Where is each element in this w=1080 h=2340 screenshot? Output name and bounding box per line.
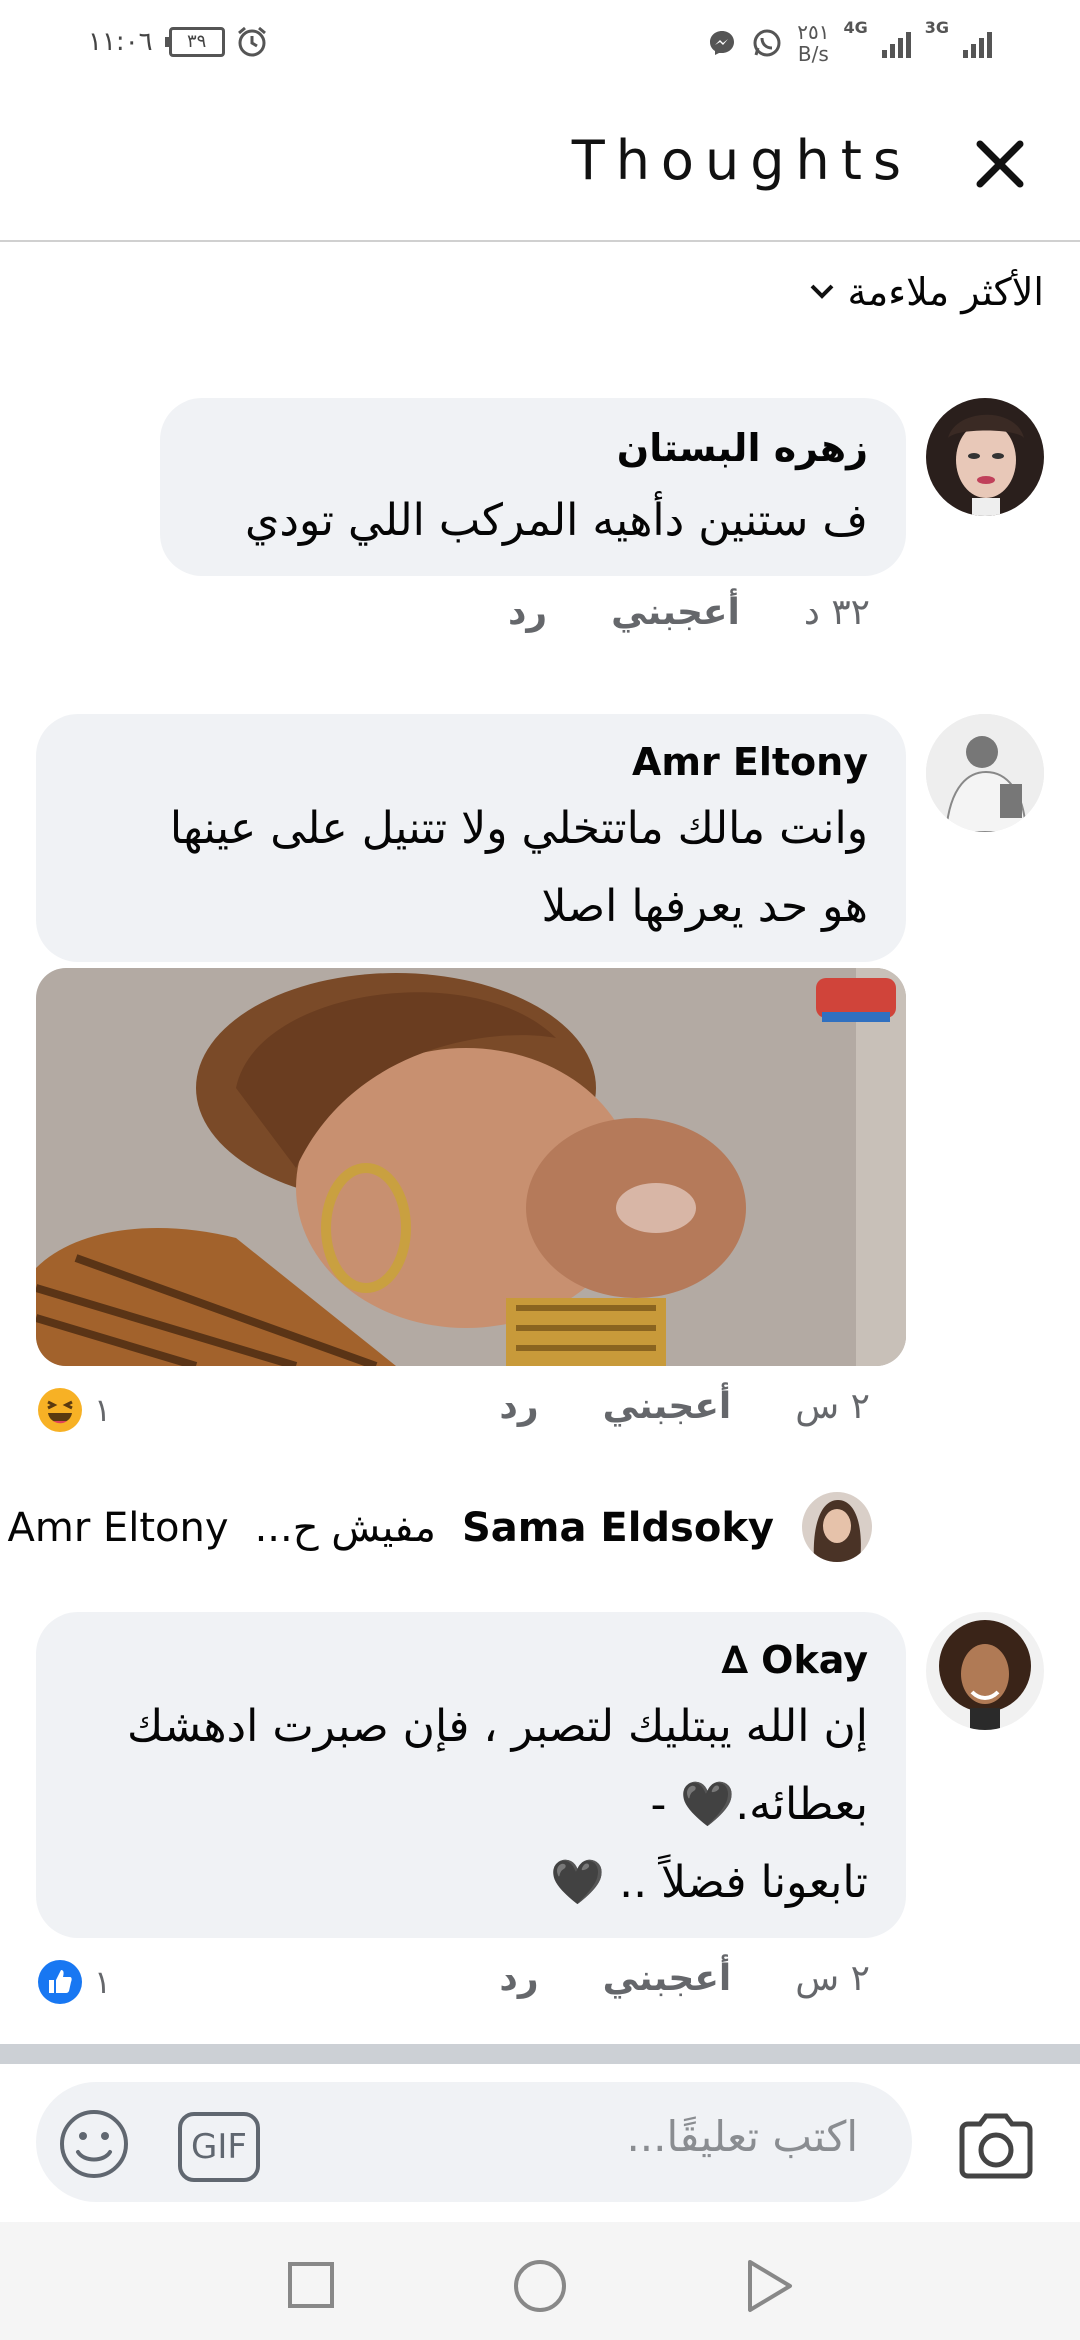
reaction-summary[interactable]: ١: [36, 1386, 111, 1434]
avatar[interactable]: [926, 1612, 1044, 1730]
network-type-4g: 4G: [843, 18, 868, 37]
comment-text-line: إن الله يبتليك لتصبر ، فإن صبرت ادهشك: [127, 1701, 868, 1752]
sort-dropdown[interactable]: الأكثر ملاءمة: [808, 262, 1044, 322]
system-nav-bar: [0, 2222, 1080, 2340]
emoji-button[interactable]: [58, 2108, 130, 2184]
comment-text-line: وانت مالك ماتتخلي ولا تتنيل على عينها: [169, 803, 868, 854]
reaction-summary[interactable]: ١: [36, 1958, 111, 2006]
like-button[interactable]: أعجبني: [611, 592, 740, 633]
header: Thoughts: [0, 84, 1080, 242]
comment-photo: [36, 968, 906, 1366]
comment-text-line: هو حد يعرفها اصلا: [541, 881, 869, 932]
close-icon: [976, 140, 1024, 188]
network-type-3g: 3G: [924, 18, 949, 37]
reply-snippet: مفيش ح...: [254, 1505, 436, 1551]
circle-icon: [514, 2260, 566, 2312]
like-button[interactable]: أعجبني: [603, 1958, 732, 1999]
signal-icon-2: [963, 28, 992, 58]
avatar-image: [926, 398, 1044, 516]
comment-actions: ٣٢ د أعجبني رد: [508, 592, 870, 633]
reply-button[interactable]: رد: [499, 1386, 538, 1427]
reply-preview[interactable]: Sama Eldsoky مفيش ح... Amr Eltony: [8, 1498, 775, 1558]
avatar[interactable]: [926, 714, 1044, 832]
reaction-count: ١: [94, 1391, 112, 1429]
whatsapp-icon: [753, 29, 781, 57]
comment-author[interactable]: Amr Eltony: [632, 734, 868, 790]
reaction-count: ١: [94, 1963, 112, 2001]
reply-author: Sama Eldsoky: [461, 1505, 774, 1551]
avatar-image: [926, 714, 1044, 832]
comment-author[interactable]: زهره البستان: [617, 420, 868, 476]
like-reaction-icon: [38, 1960, 82, 2004]
reply-button[interactable]: رد: [508, 592, 547, 633]
gif-label: GIF: [191, 2127, 247, 2167]
status-left: ١١:٠٦ ٣٩: [88, 22, 269, 62]
status-bar: ١١:٠٦ ٣٩ ٢٥١ B/s 4G 3G: [0, 0, 1080, 84]
gif-button[interactable]: GIF: [178, 2112, 260, 2182]
signal-icon: [881, 28, 911, 58]
comment-text-line: بعطائه.🖤 -: [650, 1779, 868, 1830]
reply-button[interactable]: رد: [499, 1958, 538, 1999]
comment-actions: ٢ س أعجبني رد: [499, 1958, 870, 1999]
avatar-image: [926, 1612, 1044, 1730]
comment-actions: ٢ س أعجبني رد: [499, 1386, 870, 1427]
comment-author[interactable]: Okay ∆: [721, 1632, 868, 1688]
page-title: Thoughts: [571, 129, 912, 192]
camera-button[interactable]: [956, 2108, 1036, 2188]
square-icon: [288, 2262, 334, 2308]
comment-bubble[interactable]: زهره البستان ف ستنين دأهيه المركب اللي ت…: [160, 398, 906, 576]
comment-placeholder: اكتب تعليقًا...: [626, 2112, 858, 2161]
chevron-down-icon: [810, 284, 833, 299]
comment-text-line: تابعونا فضلاً .. 🖤: [550, 1857, 868, 1908]
back-button[interactable]: [744, 2258, 794, 2318]
comment-bubble[interactable]: Okay ∆ إن الله يبتليك لتصبر ، فإن صبرت ا…: [36, 1612, 906, 1938]
sort-label: الأكثر ملاءمة: [847, 270, 1044, 314]
avatar-image: [802, 1492, 872, 1562]
close-button[interactable]: [950, 114, 1050, 214]
like-button[interactable]: أعجبني: [603, 1386, 732, 1427]
status-time: ١١:٠٦: [88, 27, 153, 57]
triangle-icon: [748, 2260, 792, 2312]
messenger-icon: [710, 31, 735, 55]
comment-bubble[interactable]: Amr Eltony وانت مالك ماتتخلي ولا تتنيل ع…: [36, 714, 906, 962]
comment-time: ٢ س: [795, 1386, 870, 1427]
reply-mention: Amr Eltony: [7, 1505, 229, 1551]
comment-time: ٣٢ د: [803, 592, 870, 633]
comment-time: ٢ س: [795, 1958, 870, 1999]
comment-image[interactable]: [36, 968, 906, 1366]
status-right: ٢٥١ B/s 4G 3G: [707, 18, 992, 68]
battery-icon: ٣٩: [163, 27, 225, 57]
recents-button[interactable]: [286, 2260, 336, 2314]
composer-divider: [0, 2044, 1080, 2064]
haha-reaction-icon: [38, 1388, 82, 1432]
home-button[interactable]: [512, 2258, 568, 2318]
camera-icon: [959, 2113, 1033, 2179]
net-speed: ٢٥١ B/s: [797, 20, 830, 66]
reply-avatar[interactable]: [802, 1492, 872, 1562]
avatar[interactable]: [926, 398, 1044, 516]
alarm-icon: [237, 26, 266, 57]
comment-text: ف ستنين دأهيه المركب اللي تودي: [244, 495, 868, 546]
emoji-icon: [60, 2110, 128, 2178]
